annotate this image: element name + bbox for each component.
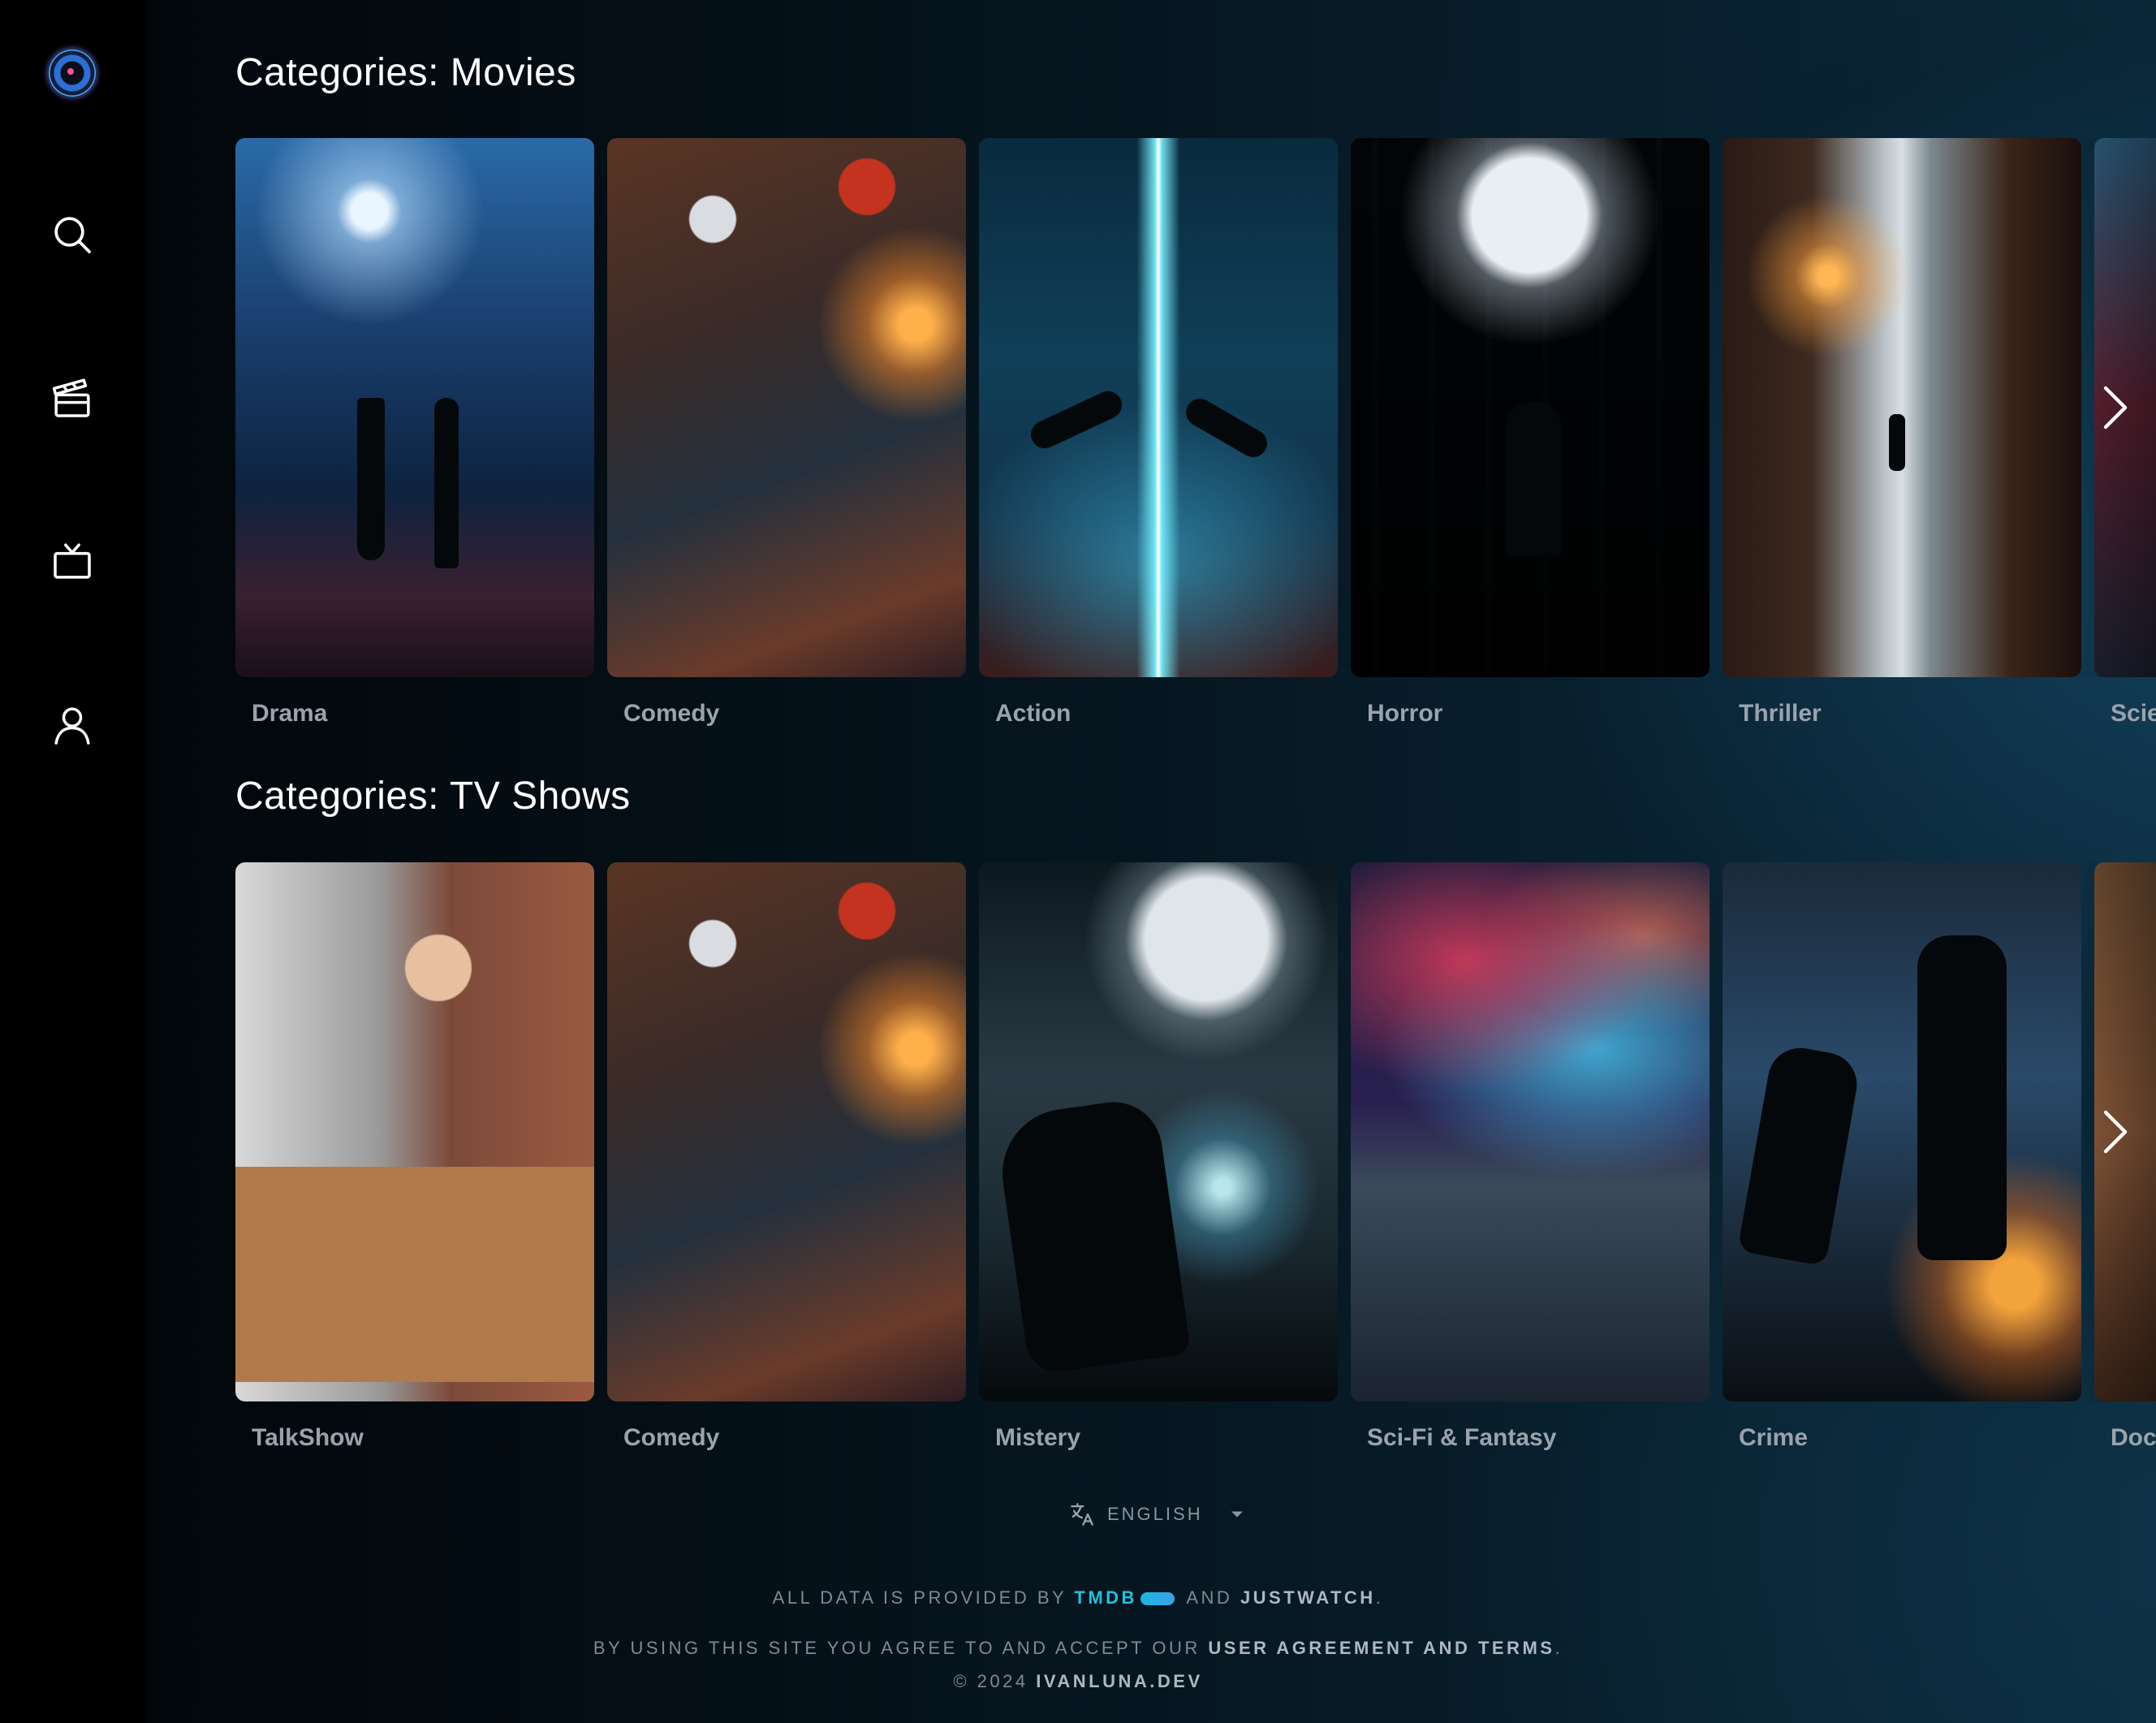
category-card-action[interactable]: Action bbox=[979, 138, 1338, 727]
category-card-crime[interactable]: Crime bbox=[1723, 862, 2081, 1451]
chevron-right-icon bbox=[2103, 386, 2128, 430]
and-text: AND bbox=[1186, 1587, 1233, 1608]
justwatch-link[interactable]: JUSTWATCH bbox=[1240, 1587, 1376, 1608]
poster-image bbox=[1723, 138, 2081, 677]
category-label: Mistery bbox=[995, 1424, 1081, 1451]
category-card-thriller[interactable]: Thriller bbox=[1723, 138, 2081, 727]
user-agreement-link[interactable]: USER AGREEMENT AND TERMS bbox=[1208, 1638, 1554, 1658]
category-label: Horror bbox=[1367, 700, 1443, 727]
tv-icon[interactable] bbox=[47, 536, 97, 586]
category-label: Crime bbox=[1739, 1424, 1809, 1451]
translate-icon bbox=[1071, 1503, 1093, 1526]
category-label: Scie bbox=[2111, 700, 2156, 727]
agreement-notice: BY USING THIS SITE YOU AGREE TO AND ACCE… bbox=[0, 1638, 2156, 1659]
category-card-horror[interactable]: Horror bbox=[1351, 138, 1710, 727]
app-logo[interactable] bbox=[46, 47, 98, 99]
movies-carousel: Drama Comedy Action Horror Thriller Scie bbox=[235, 138, 2156, 788]
category-card-mistery[interactable]: Mistery bbox=[979, 862, 1338, 1451]
category-card-drama[interactable]: Drama bbox=[235, 138, 594, 727]
category-label: Comedy bbox=[623, 1424, 720, 1451]
poster-image bbox=[235, 138, 594, 677]
sidebar bbox=[0, 0, 146, 1723]
category-label: Action bbox=[995, 700, 1072, 727]
poster-image bbox=[979, 138, 1338, 677]
attribution-text: ALL DATA IS PROVIDED BY bbox=[772, 1587, 1067, 1608]
tmdb-logo bbox=[1140, 1592, 1175, 1606]
category-label: Doc bbox=[2111, 1424, 2156, 1451]
data-attribution: ALL DATA IS PROVIDED BY TMDB AND JUSTWAT… bbox=[0, 1587, 2156, 1609]
tv-section-title: Categories: TV Shows bbox=[235, 775, 631, 818]
clapperboard-icon[interactable] bbox=[47, 374, 97, 424]
page: Categories: Movies Drama Comedy Action H… bbox=[0, 0, 2156, 1723]
poster-image bbox=[1351, 862, 1710, 1401]
tmdb-label: TMDB bbox=[1074, 1587, 1137, 1608]
poster-image bbox=[1351, 138, 1710, 677]
copyright-text: © 2024 bbox=[953, 1671, 1028, 1691]
category-label: TalkShow bbox=[252, 1424, 364, 1451]
copyright: © 2024 IVANLUNA.DEV bbox=[0, 1671, 2156, 1692]
poster-image bbox=[607, 138, 966, 677]
tmdb-link[interactable]: TMDB bbox=[1074, 1587, 1179, 1608]
category-label: Drama bbox=[252, 700, 328, 727]
poster-image bbox=[979, 862, 1338, 1401]
category-label: Thriller bbox=[1739, 700, 1822, 727]
poster-image bbox=[235, 862, 594, 1401]
category-card-comedy[interactable]: Comedy bbox=[607, 862, 966, 1451]
poster-image bbox=[607, 862, 966, 1401]
tv-carousel: TalkShow Comedy Mistery Sci-Fi & Fantasy… bbox=[235, 862, 2156, 1512]
language-selector[interactable]: ENGLISH bbox=[1068, 1501, 1248, 1528]
category-label: Comedy bbox=[623, 700, 720, 727]
period-text: . bbox=[1375, 1587, 1384, 1608]
agreement-text: BY USING THIS SITE YOU AGREE TO AND ACCE… bbox=[593, 1638, 1201, 1658]
category-card-talkshow[interactable]: TalkShow bbox=[235, 862, 594, 1451]
chevron-right-icon bbox=[2103, 1110, 2128, 1154]
search-icon[interactable] bbox=[47, 209, 97, 260]
caret-down-icon bbox=[1231, 1511, 1243, 1518]
next-arrow-button[interactable] bbox=[2075, 862, 2156, 1401]
user-icon[interactable] bbox=[47, 700, 97, 750]
category-card-sci-fi-fantasy[interactable]: Sci-Fi & Fantasy bbox=[1351, 862, 1710, 1451]
category-card-comedy[interactable]: Comedy bbox=[607, 138, 966, 727]
poster-image bbox=[1723, 862, 2081, 1401]
next-arrow-button[interactable] bbox=[2075, 138, 2156, 677]
author-link[interactable]: IVANLUNA.DEV bbox=[1036, 1671, 1202, 1691]
period-text: . bbox=[1554, 1638, 1563, 1658]
language-label: ENGLISH bbox=[1107, 1504, 1203, 1524]
category-label: Sci-Fi & Fantasy bbox=[1367, 1424, 1557, 1451]
movies-section-title: Categories: Movies bbox=[235, 51, 576, 94]
